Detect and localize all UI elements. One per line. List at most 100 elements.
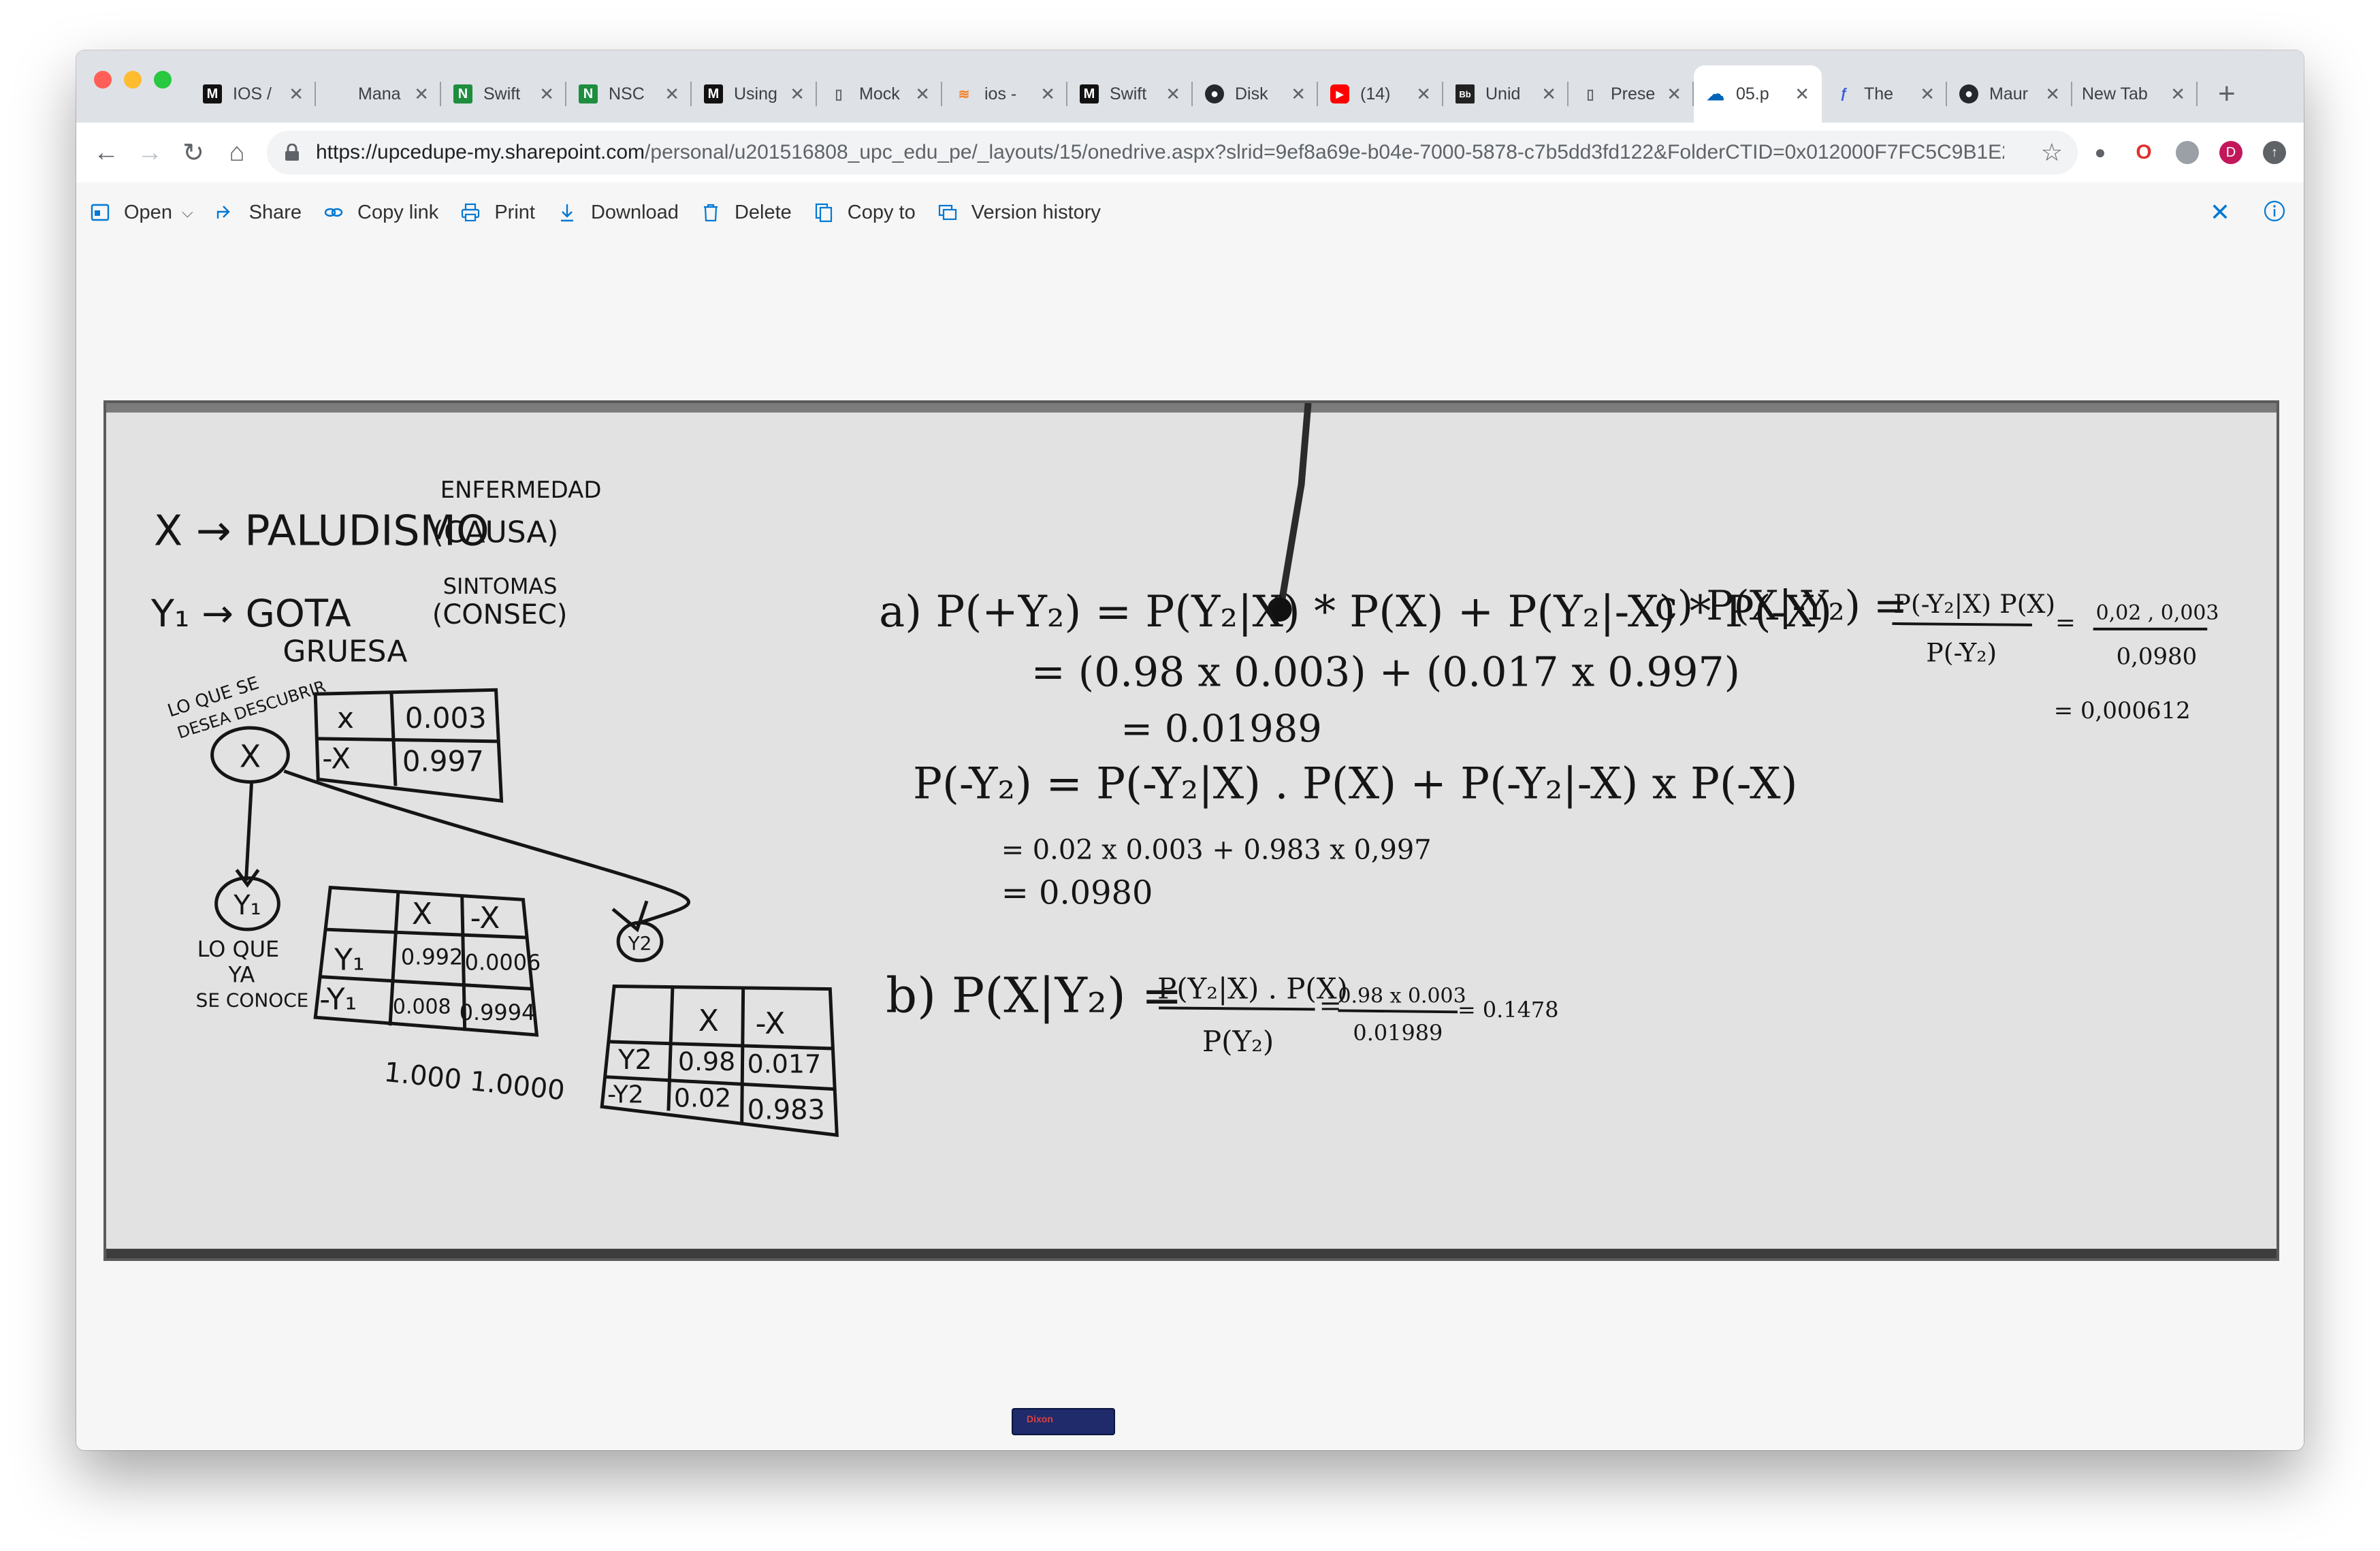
tab[interactable]: M Swift ✕ — [1067, 65, 1193, 123]
close-tab-icon[interactable]: ✕ — [1920, 84, 1935, 105]
y1-header-notx: -X — [470, 901, 500, 936]
medium-icon: M — [203, 84, 222, 103]
close-tab-icon[interactable]: ✕ — [1040, 84, 1055, 105]
close-tab-icon[interactable]: ✕ — [414, 84, 429, 105]
close-tab-icon[interactable]: ✕ — [1795, 84, 1810, 105]
github-icon: ● — [1959, 84, 1978, 103]
copy-link-button[interactable]: Copy link — [322, 201, 438, 224]
close-tab-icon[interactable]: ✕ — [539, 84, 554, 105]
y1-row1-notx: 0.0006 — [465, 950, 541, 976]
gray-extension-icon[interactable] — [2176, 141, 2199, 164]
minimize-window-button[interactable] — [124, 71, 142, 89]
eq-c-denominator: P(-Y₂) — [1926, 638, 1997, 668]
lock-icon[interactable] — [285, 143, 300, 161]
bulb-extension-icon[interactable]: ● — [2089, 141, 2112, 164]
eq-negy2-line1: P(-Y₂) = P(-Y₂|X) . P(X) + P(-Y₂|-X) x P… — [913, 758, 1797, 809]
tab[interactable]: M IOS / ✕ — [191, 65, 316, 123]
new-tab-button[interactable]: + — [2218, 65, 2236, 123]
close-tab-icon[interactable]: ✕ — [915, 84, 930, 105]
gruesa-text: GRUESA — [283, 635, 407, 669]
print-label: Print — [494, 201, 535, 223]
extensions: ● O D ↑ — [2089, 123, 2286, 182]
tab-title: New Tab — [2082, 84, 2148, 103]
download-label: Download — [590, 201, 679, 223]
print-button[interactable]: Print — [459, 201, 535, 224]
omnibox[interactable]: https://upcedupe-my.sharepoint.com/perso… — [267, 131, 2078, 174]
bookmark-star-icon[interactable]: ☆ — [2041, 138, 2063, 167]
version-history-button[interactable]: Version history — [936, 201, 1101, 224]
close-icon[interactable]: ✕ — [2210, 198, 2230, 227]
eq-negy2-line2: = 0.02 x 0.003 + 0.983 x 0,997 — [1001, 835, 1432, 866]
y1-row1-label: Y₁ — [334, 943, 364, 978]
download-button[interactable]: Download — [556, 201, 679, 224]
close-tab-icon[interactable]: ✕ — [1541, 84, 1556, 105]
zoom-window-button[interactable] — [154, 71, 172, 89]
ya-text: YA — [228, 962, 255, 988]
eq-negy2-line3: = 0.0980 — [1001, 874, 1153, 912]
tab[interactable]: ≋ ios - ✕ — [942, 65, 1067, 123]
tab-active[interactable]: ☁ 05.p ✕ — [1694, 65, 1822, 123]
close-tab-icon[interactable]: ✕ — [664, 84, 679, 105]
close-window-button[interactable] — [94, 71, 112, 89]
eq-c-equals: = — [2055, 609, 2076, 637]
share-label: Share — [248, 201, 302, 223]
close-tab-icon[interactable]: ✕ — [289, 84, 304, 105]
tab-title: Using — [734, 84, 777, 103]
tab[interactable]: N Swift ✕ — [441, 65, 566, 123]
copy-to-button[interactable]: Copy to — [812, 201, 916, 224]
close-tab-icon[interactable]: ✕ — [1667, 84, 1682, 105]
y1-row2-notx: 0.9994 — [460, 1000, 536, 1025]
copy-link-label: Copy link — [357, 201, 439, 223]
prior-x-label: x — [337, 701, 354, 735]
tab[interactable]: ● Disk ✕ — [1193, 65, 1318, 123]
profile-avatar[interactable]: D — [2219, 141, 2242, 164]
tab[interactable]: Mana ✕ — [316, 65, 441, 123]
tab-title: Prese — [1611, 84, 1656, 103]
node-y2-label: Y2 — [628, 932, 652, 955]
board-eraser: Dixon — [1012, 1408, 1115, 1435]
y2-row1-notx: 0.017 — [747, 1049, 822, 1079]
open-icon — [89, 201, 112, 224]
info-icon[interactable] — [2263, 199, 2286, 226]
close-tab-icon[interactable]: ✕ — [2045, 84, 2060, 105]
tab[interactable]: M Using ✕ — [692, 65, 817, 123]
tab-title: Swift — [483, 84, 521, 103]
node-y1-label: Y₁ — [233, 890, 261, 921]
close-tab-icon[interactable]: ✕ — [1291, 84, 1306, 105]
browser-window: M IOS / ✕ Mana ✕ N Swift ✕ N NSC ✕ M Usi… — [76, 50, 2304, 1450]
close-tab-icon[interactable]: ✕ — [1165, 84, 1180, 105]
y1-row1-x: 0.992 — [401, 944, 463, 970]
tab[interactable]: ▶ (14) ✕ — [1318, 65, 1443, 123]
opera-extension-icon[interactable]: O — [2132, 141, 2155, 164]
home-button[interactable]: ⌂ — [215, 138, 259, 167]
upload-extension-icon[interactable]: ↑ — [2263, 141, 2286, 164]
tab[interactable]: ▯ Prese ✕ — [1569, 65, 1694, 123]
eraser-label: Dixon — [1027, 1413, 1053, 1424]
tab[interactable]: Bb Unid ✕ — [1443, 65, 1569, 123]
url-text[interactable]: https://upcedupe-my.sharepoint.com/perso… — [316, 141, 2004, 164]
back-button[interactable]: ← — [84, 138, 128, 167]
eq-c-fraction-bar — [1892, 622, 2032, 626]
close-tab-icon[interactable]: ✕ — [1416, 84, 1431, 105]
close-tab-icon[interactable]: ✕ — [2170, 84, 2185, 105]
reload-button[interactable]: ↻ — [172, 138, 215, 168]
apple-icon — [328, 84, 347, 103]
y2-row2-notx: 0.983 — [747, 1094, 825, 1125]
image-viewer: ENFERMEDAD X → PALUDISMO (CAUSA) SINTOMA… — [76, 242, 2304, 1450]
eq-b-numerator-values: 0.98 x 0.003 — [1338, 984, 1466, 1008]
tab[interactable]: New Tab ✕ — [2072, 65, 2198, 123]
close-tab-icon[interactable]: ✕ — [790, 84, 805, 105]
tab-title: Unid — [1485, 84, 1521, 103]
eq-b-denominator: P(Y₂) — [1202, 1025, 1274, 1058]
forward-button[interactable]: → — [128, 138, 172, 167]
tab[interactable]: ▯ Mock ✕ — [817, 65, 942, 123]
share-button[interactable]: Share — [214, 201, 302, 224]
swift-green-icon: N — [579, 84, 598, 103]
delete-button[interactable]: Delete — [699, 201, 792, 224]
eq-a-line2: = (0.98 x 0.003) + (0.017 x 0.997) — [1031, 649, 1740, 696]
tab[interactable]: ● Maur ✕ — [1947, 65, 2072, 123]
eq-b-result: = 0.1478 — [1458, 997, 1559, 1023]
tab[interactable]: ƒ The ✕ — [1822, 65, 1947, 123]
open-button[interactable]: Open ⌵ — [89, 201, 193, 224]
tab[interactable]: N NSC ✕ — [566, 65, 692, 123]
